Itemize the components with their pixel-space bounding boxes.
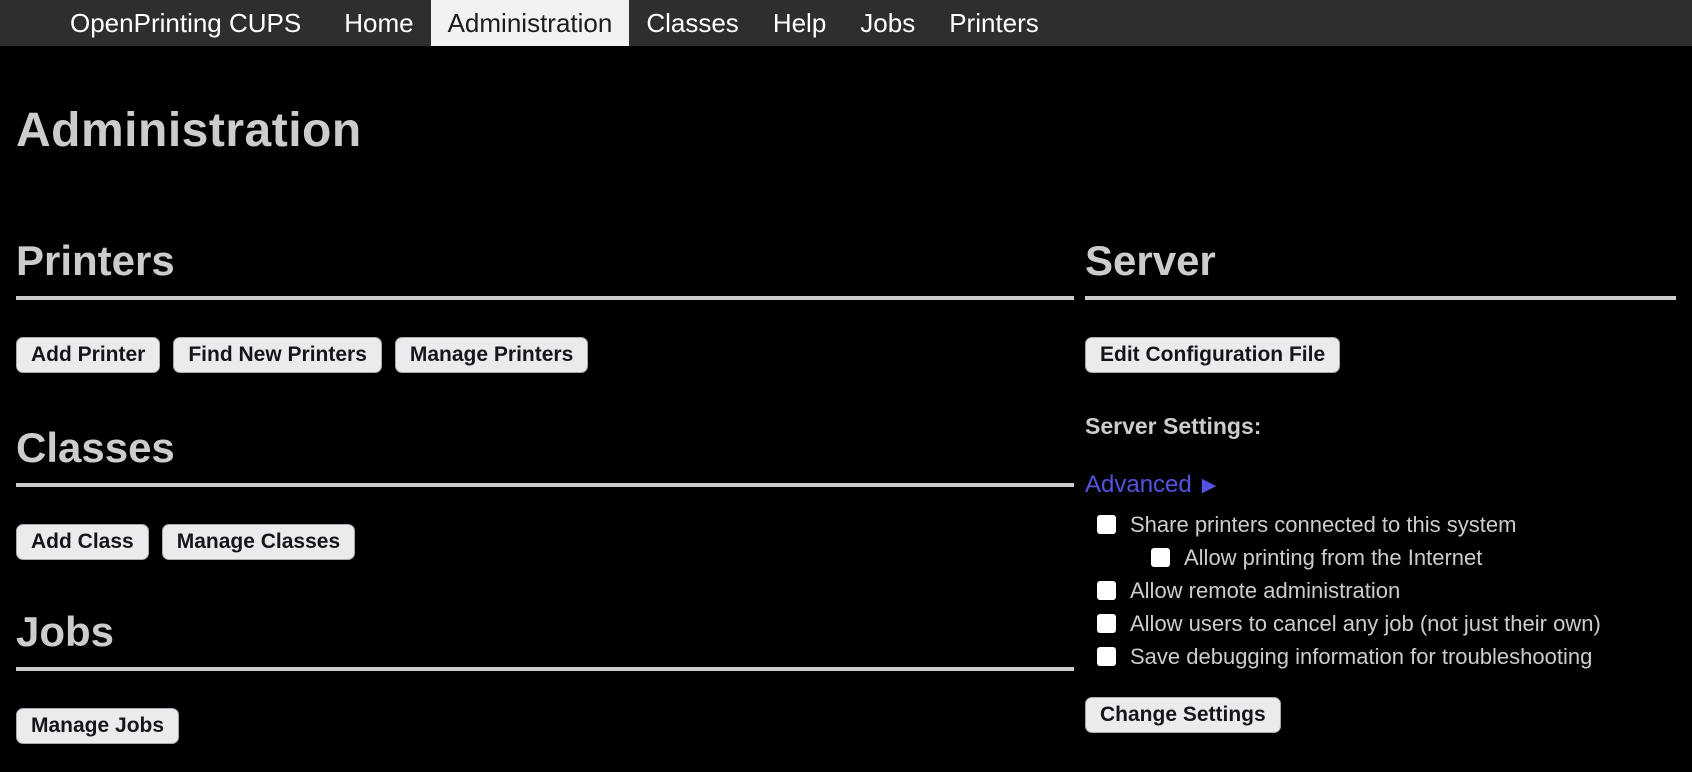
- server-section: Server Edit Configuration File Server Se…: [1085, 237, 1676, 733]
- manage-classes-button[interactable]: Manage Classes: [162, 524, 355, 560]
- top-nav: OpenPrinting CUPS Home Administration Cl…: [0, 0, 1692, 46]
- save-debugging-info-checkbox[interactable]: [1097, 647, 1116, 666]
- checkbox-row-remote-administration: Allow remote administration: [1085, 574, 1676, 607]
- add-printer-button[interactable]: Add Printer: [16, 337, 160, 373]
- server-settings-label: Server Settings:: [1085, 413, 1676, 439]
- printers-heading: Printers: [16, 237, 1074, 300]
- jobs-section: Jobs Manage Jobs: [16, 608, 1074, 744]
- classes-section: Classes Add Class Manage Classes: [16, 424, 1074, 560]
- triangle-right-icon: ▶: [1202, 476, 1217, 495]
- save-debugging-info-label: Save debugging information for troublesh…: [1130, 644, 1592, 670]
- classes-heading: Classes: [16, 424, 1074, 487]
- content-columns: Printers Add Printer Find New Printers M…: [16, 237, 1676, 744]
- nav-tab-classes[interactable]: Classes: [629, 0, 755, 46]
- jobs-button-row: Manage Jobs: [16, 708, 1074, 744]
- share-printers-label: Share printers connected to this system: [1130, 512, 1516, 538]
- server-button-row: Edit Configuration File: [1085, 337, 1676, 373]
- main-content: Administration Printers Add Printer Find…: [0, 103, 1692, 744]
- nav-tab-printers[interactable]: Printers: [932, 0, 1056, 46]
- manage-printers-button[interactable]: Manage Printers: [395, 337, 588, 373]
- nav-tab-home[interactable]: Home: [327, 0, 430, 46]
- server-heading: Server: [1085, 237, 1676, 300]
- printers-section: Printers Add Printer Find New Printers M…: [16, 237, 1074, 373]
- checkbox-row-share-printers: Share printers connected to this system: [1085, 508, 1676, 541]
- brand-link[interactable]: OpenPrinting CUPS: [58, 0, 313, 46]
- remote-administration-checkbox[interactable]: [1097, 581, 1116, 600]
- add-class-button[interactable]: Add Class: [16, 524, 149, 560]
- printers-button-row: Add Printer Find New Printers Manage Pri…: [16, 337, 1074, 373]
- advanced-link-label: Advanced: [1085, 472, 1192, 498]
- change-settings-row: Change Settings: [1085, 697, 1676, 733]
- allow-internet-printing-checkbox[interactable]: [1151, 548, 1170, 567]
- nav-tab-administration[interactable]: Administration: [431, 0, 630, 46]
- advanced-link[interactable]: Advanced ▶: [1085, 472, 1216, 498]
- classes-button-row: Add Class Manage Classes: [16, 524, 1074, 560]
- left-column: Printers Add Printer Find New Printers M…: [16, 237, 1074, 744]
- server-column: Server Edit Configuration File Server Se…: [1085, 237, 1676, 744]
- allow-internet-printing-label: Allow printing from the Internet: [1184, 545, 1482, 571]
- share-printers-checkbox[interactable]: [1097, 515, 1116, 534]
- manage-jobs-button[interactable]: Manage Jobs: [16, 708, 179, 744]
- nav-tab-jobs[interactable]: Jobs: [843, 0, 932, 46]
- server-settings-checkbox-list: Share printers connected to this system …: [1085, 508, 1676, 673]
- checkbox-row-allow-internet-printing: Allow printing from the Internet: [1085, 541, 1676, 574]
- checkbox-row-save-debugging-info: Save debugging information for troublesh…: [1085, 640, 1676, 673]
- checkbox-row-cancel-any-job: Allow users to cancel any job (not just …: [1085, 607, 1676, 640]
- jobs-heading: Jobs: [16, 608, 1074, 671]
- cancel-any-job-checkbox[interactable]: [1097, 614, 1116, 633]
- remote-administration-label: Allow remote administration: [1130, 578, 1400, 604]
- cancel-any-job-label: Allow users to cancel any job (not just …: [1130, 611, 1601, 637]
- nav-tab-help[interactable]: Help: [756, 0, 843, 46]
- find-new-printers-button[interactable]: Find New Printers: [173, 337, 382, 373]
- change-settings-button[interactable]: Change Settings: [1085, 697, 1281, 733]
- page-title: Administration: [16, 103, 1676, 158]
- edit-configuration-file-button[interactable]: Edit Configuration File: [1085, 337, 1340, 373]
